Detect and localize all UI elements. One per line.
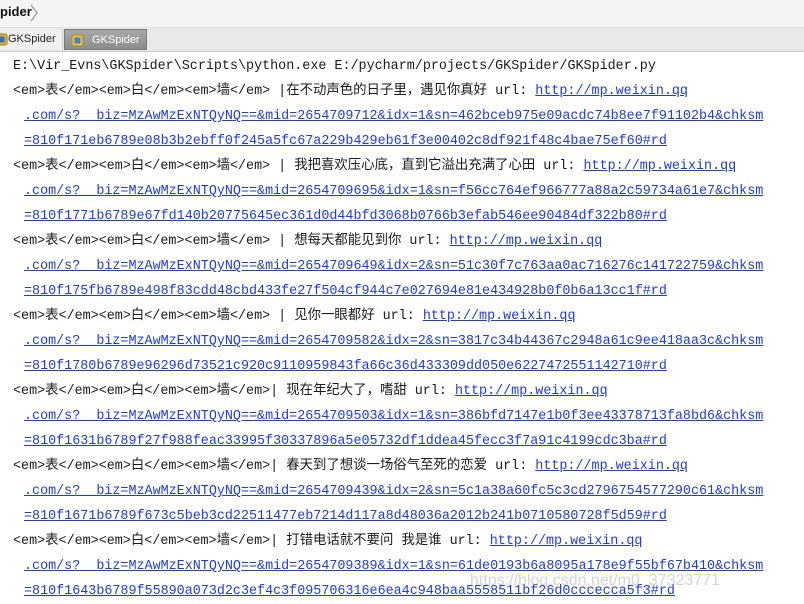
url-link-continuation[interactable]: =810f1643b6789f55890a073d2c3ef4c3f095706… xyxy=(24,579,675,604)
tab-label: GKSpider xyxy=(92,34,140,46)
url-link[interactable]: http://mp.weixin.qq xyxy=(535,459,688,474)
tab-gkspider-1[interactable]: GKSpider xyxy=(0,29,63,50)
console-entry-title: <em>表</em><em>白</em><em>墙</em>| 现在年纪大了，嗜… xyxy=(13,379,608,404)
entry-prefix: <em>表</em><em>白</em><em>墙</em> | 想每天都能见到… xyxy=(13,234,450,249)
url-link[interactable]: http://mp.weixin.qq xyxy=(455,384,608,399)
url-link-continuation[interactable]: =810f175fb6789e498f83cdd48cbd433fe27f504… xyxy=(24,279,667,304)
console-entry-title: <em>表</em><em>白</em><em>墙</em> | 见你一眼都好 … xyxy=(13,304,576,329)
url-link-continuation[interactable]: .com/s?__biz=MzAwMzExNTQyNQ==&mid=265470… xyxy=(24,254,763,279)
url-link-continuation[interactable]: =810f1631b6789f27f988feac33995f30337896a… xyxy=(24,429,667,454)
entry-prefix: <em>表</em><em>白</em><em>墙</em>| 打错电话就不要问… xyxy=(13,534,490,549)
entry-prefix: <em>表</em><em>白</em><em>墙</em> | 见你一眼都好 … xyxy=(13,309,423,324)
tab-gkspider-2[interactable]: GKSpider xyxy=(64,29,147,50)
url-link-continuation[interactable]: .com/s?__biz=MzAwMzExNTQyNQ==&mid=265470… xyxy=(24,104,763,129)
url-link-continuation[interactable]: .com/s?__biz=MzAwMzExNTQyNQ==&mid=265470… xyxy=(24,404,763,429)
console-output[interactable]: E:\Vir_Evns\GKSpider\Scripts\python.exe … xyxy=(0,52,804,604)
tab-label: GKSpider xyxy=(8,33,56,45)
url-link[interactable]: http://mp.weixin.qq xyxy=(584,159,737,174)
python-run-icon xyxy=(0,33,8,46)
run-tab-bar: GKSpider GKSpider xyxy=(0,28,804,52)
pycharm-run-window: pider GKSpider GKSpider E:\Vir_Evns\GKSp… xyxy=(0,0,804,604)
command-line: E:\Vir_Evns\GKSpider\Scripts\python.exe … xyxy=(13,59,656,74)
url-link[interactable]: http://mp.weixin.qq xyxy=(423,309,576,324)
console-entry-title: <em>表</em><em>白</em><em>墙</em> | 想每天都能见到… xyxy=(13,229,602,254)
url-link-continuation[interactable]: =810f1671b6789f673c5beb3cd22511477eb7214… xyxy=(24,504,667,529)
url-link-continuation[interactable]: .com/s?__biz=MzAwMzExNTQyNQ==&mid=265470… xyxy=(24,479,763,504)
url-link[interactable]: http://mp.weixin.qq xyxy=(535,84,688,99)
console-entry-title: <em>表</em><em>白</em><em>墙</em> | 我把喜欢压心底… xyxy=(13,154,736,179)
url-link[interactable]: http://mp.weixin.qq xyxy=(490,534,643,549)
entry-prefix: <em>表</em><em>白</em><em>墙</em> |在不动声色的日子… xyxy=(13,84,536,99)
console-entry-title: <em>表</em><em>白</em><em>墙</em>| 打错电话就不要问… xyxy=(13,529,642,554)
entry-prefix: <em>表</em><em>白</em><em>墙</em>| 现在年纪大了，嗜… xyxy=(13,384,455,399)
python-run-icon xyxy=(71,34,84,47)
breadcrumb: pider xyxy=(0,0,804,28)
entry-prefix: <em>表</em><em>白</em><em>墙</em> | 我把喜欢压心底… xyxy=(13,159,584,174)
url-link-continuation[interactable]: .com/s?__biz=MzAwMzExNTQyNQ==&mid=265470… xyxy=(24,179,763,204)
chevron-right-icon xyxy=(30,4,38,22)
url-link-continuation[interactable]: .com/s?__biz=MzAwMzExNTQyNQ==&mid=265470… xyxy=(24,554,763,579)
breadcrumb-label[interactable]: pider xyxy=(0,4,32,19)
url-link-continuation[interactable]: .com/s?__biz=MzAwMzExNTQyNQ==&mid=265470… xyxy=(24,329,763,354)
console-entry-title: <em>表</em><em>白</em><em>墙</em> |在不动声色的日子… xyxy=(13,79,688,104)
url-link-continuation[interactable]: =810f171eb6789e08b3b2ebff0f245a5fc67a229… xyxy=(24,129,667,154)
url-link-continuation[interactable]: =810f1771b6789e67fd140b20775645ec361d0d4… xyxy=(24,204,667,229)
url-link[interactable]: http://mp.weixin.qq xyxy=(450,234,603,249)
console-entry-title: <em>表</em><em>白</em><em>墙</em>| 春天到了想谈一场… xyxy=(13,454,688,479)
url-link-continuation[interactable]: =810f1780b6789e96296d73521c920c911095984… xyxy=(24,354,667,379)
entry-prefix: <em>表</em><em>白</em><em>墙</em>| 春天到了想谈一场… xyxy=(13,459,536,474)
